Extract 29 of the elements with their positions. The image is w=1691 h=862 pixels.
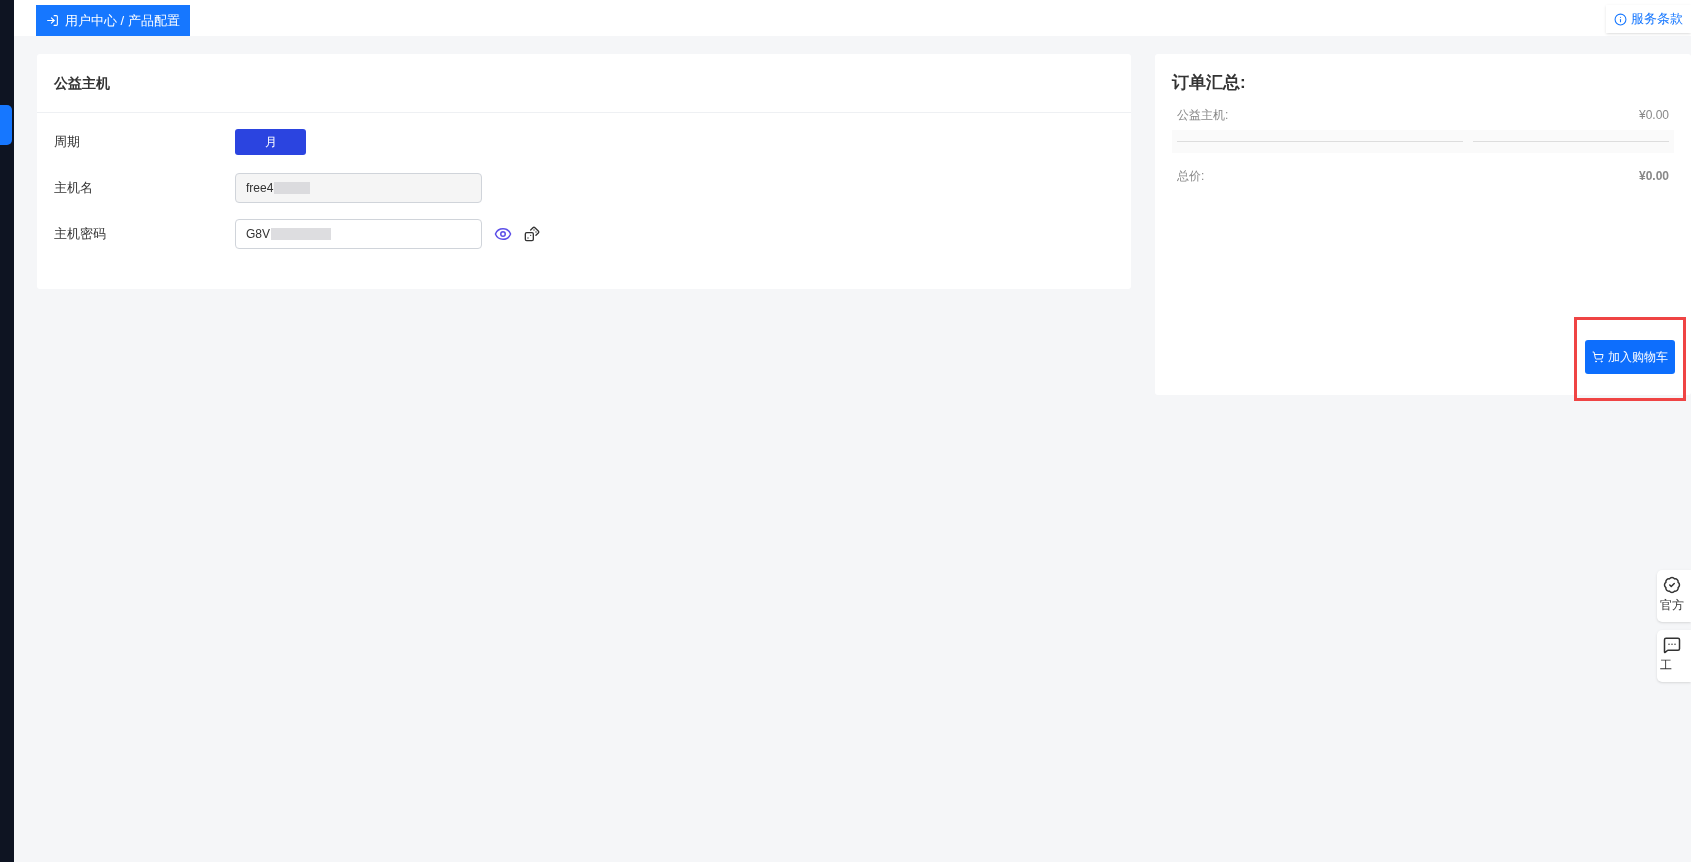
cart-icon bbox=[1592, 351, 1604, 363]
login-icon bbox=[46, 14, 59, 27]
field-value: G8V bbox=[246, 226, 270, 243]
field-label: 主机密码 bbox=[54, 225, 107, 244]
option-button[interactable]: 月 bbox=[235, 129, 306, 155]
redacted-mark bbox=[271, 228, 331, 240]
active-indicator bbox=[0, 105, 12, 145]
total-label: 总价: bbox=[1177, 167, 1205, 185]
add-to-cart-button[interactable]: 加入购物车 bbox=[1585, 340, 1675, 374]
input-field[interactable]: free4 bbox=[235, 173, 482, 203]
badge-icon bbox=[1663, 576, 1681, 594]
card-title: 公益主机 bbox=[54, 73, 110, 93]
field-label: 周期 bbox=[54, 133, 81, 152]
eye-icon[interactable] bbox=[494, 225, 512, 243]
float-widget[interactable]: 工 bbox=[1657, 630, 1691, 682]
redacted-mark bbox=[274, 182, 311, 194]
field-label: 主机名 bbox=[54, 179, 94, 198]
total-price: ¥0.00 bbox=[1638, 167, 1669, 185]
float-widget[interactable]: 官方 bbox=[1657, 570, 1691, 622]
breadcrumb-button[interactable]: 用户中心 / 产品配置 bbox=[36, 5, 190, 36]
dice-icon[interactable] bbox=[524, 226, 540, 242]
info-icon bbox=[1614, 12, 1627, 26]
item-price: ¥0.00 bbox=[1638, 106, 1669, 124]
field-value: free4 bbox=[246, 180, 274, 197]
item-label: 公益主机: bbox=[1177, 106, 1229, 124]
chat-icon bbox=[1663, 636, 1681, 654]
terms-link[interactable]: 服务条款 bbox=[1606, 5, 1691, 33]
input-field[interactable]: G8V bbox=[235, 219, 482, 249]
summary-title: 订单汇总: bbox=[1172, 72, 1247, 94]
